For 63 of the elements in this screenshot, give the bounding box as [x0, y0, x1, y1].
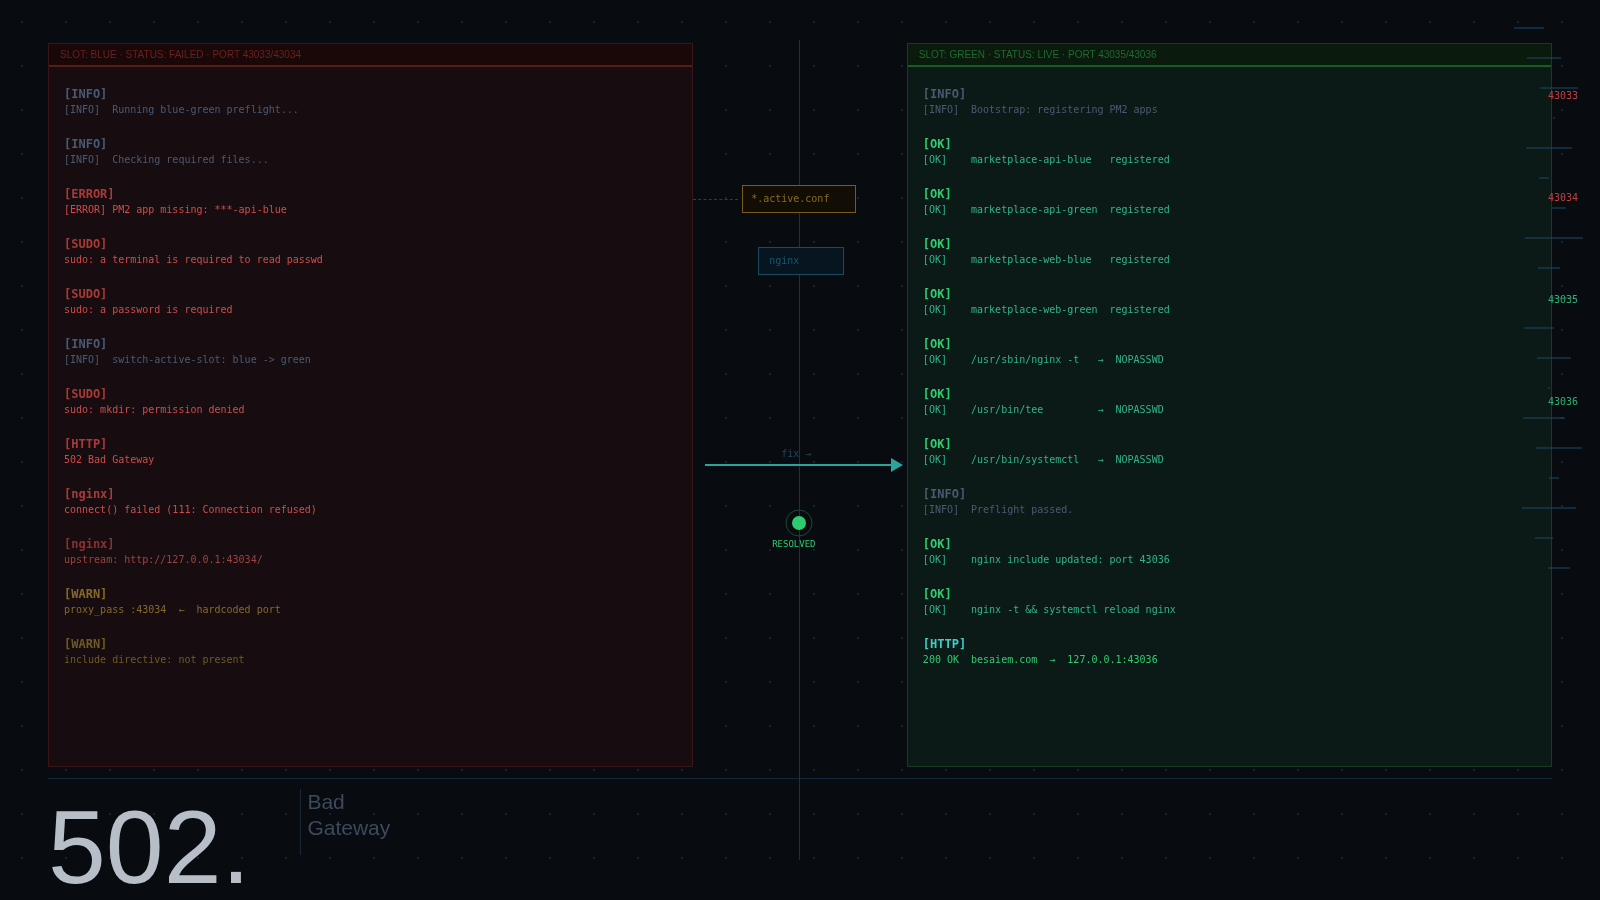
status-dot-icon [785, 509, 814, 537]
status-label: RESOLVED [772, 539, 816, 549]
log-line: sudo: mkdir: permission denied [64, 403, 246, 417]
log-tag: [OK] [922, 337, 1536, 352]
log-tag: [OK] [922, 387, 1536, 402]
error-code: 502. [48, 788, 251, 899]
log-line: [OK] marketplace-api-green registered [922, 203, 1171, 217]
log-tag: [WARN] [64, 587, 678, 602]
log-tag: [nginx] [64, 537, 678, 552]
arrow-label: fix → [781, 448, 812, 459]
proxy-node: nginx [758, 247, 845, 275]
log-tag: [nginx] [64, 487, 678, 502]
log-tag: [INFO] [922, 487, 1536, 502]
log-tag: [HTTP] [64, 437, 678, 452]
log-line: [OK] nginx -t && systemctl reload nginx [922, 603, 1177, 617]
log-tag: [INFO] [64, 337, 678, 352]
log-tag: [INFO] [64, 87, 678, 102]
log-tag: [HTTP] [922, 637, 1536, 652]
log-tag: [OK] [922, 537, 1536, 552]
error-title: Bad [307, 789, 346, 815]
log-line: [OK] marketplace-web-blue registered [922, 253, 1171, 267]
log-tag: [SUDO] [64, 237, 678, 252]
panel-header: SLOT: GREEN · STATUS: LIVE · PORT 43035/43036 [907, 44, 1551, 67]
log-line: upstream: http://127.0.0.1:43034/ [64, 553, 264, 567]
log-tag: [ERROR] [64, 187, 678, 202]
port-label: 43034 [1547, 192, 1579, 203]
log-line: connect() failed (111: Connection refused) [64, 503, 318, 517]
log-line: [INFO] Running blue-green preflight... [64, 103, 300, 117]
log-line: proxy_pass :43034 ← hardcoded port [64, 603, 282, 617]
log-tag: [OK] [922, 437, 1536, 452]
log-tag: [WARN] [64, 637, 678, 652]
port-label: 43033 [1547, 90, 1579, 101]
log-line: [OK] /usr/bin/systemctl → NOPASSWD [922, 453, 1165, 467]
log-tag: [SUDO] [64, 387, 678, 402]
dashed-connector [693, 199, 739, 200]
log-tag: [SUDO] [64, 287, 678, 302]
log-line: [INFO] Bootstrap: registering PM2 apps [922, 103, 1159, 117]
log-line: [OK] nginx include updated: port 43036 [922, 553, 1171, 567]
log-line: 200 OK besaiem.com → 127.0.0.1:43036 [922, 653, 1159, 667]
error-subtitle: Gateway [307, 815, 391, 841]
panel-header: SLOT: BLUE · STATUS: FAILED · PORT 43033/43034 [49, 44, 693, 67]
port-label: 43036 [1547, 396, 1579, 407]
log-tag: [OK] [922, 187, 1536, 202]
log-line: [ERROR] PM2 app missing: ***-api-blue [64, 203, 288, 217]
log-line: [OK] marketplace-web-green registered [922, 303, 1171, 317]
log-line: sudo: a password is required [64, 303, 234, 317]
log-line: [INFO] Checking required files... [64, 153, 270, 167]
log-line: 502 Bad Gateway [64, 453, 156, 467]
log-line: [OK] /usr/bin/tee → NOPASSWD [922, 403, 1165, 417]
log-tag: [OK] [922, 137, 1536, 152]
port-label: 43035 [1547, 294, 1579, 305]
log-line: sudo: a terminal is required to read passwd [64, 253, 324, 267]
log-line: [OK] marketplace-api-blue registered [922, 153, 1171, 167]
log-tag: [OK] [922, 587, 1536, 602]
config-file-node: *.active.conf [742, 185, 857, 213]
log-tag: [OK] [922, 287, 1536, 302]
log-tag: [INFO] [922, 87, 1536, 102]
log-tag: [INFO] [64, 137, 678, 152]
log-line: [INFO] switch-active-slot: blue -> green [64, 353, 312, 367]
log-line: [OK] /usr/sbin/nginx -t → NOPASSWD [922, 353, 1165, 367]
log-line: include directive: not present [64, 653, 246, 667]
log-tag: [OK] [922, 237, 1536, 252]
log-line: [INFO] Preflight passed. [922, 503, 1075, 517]
